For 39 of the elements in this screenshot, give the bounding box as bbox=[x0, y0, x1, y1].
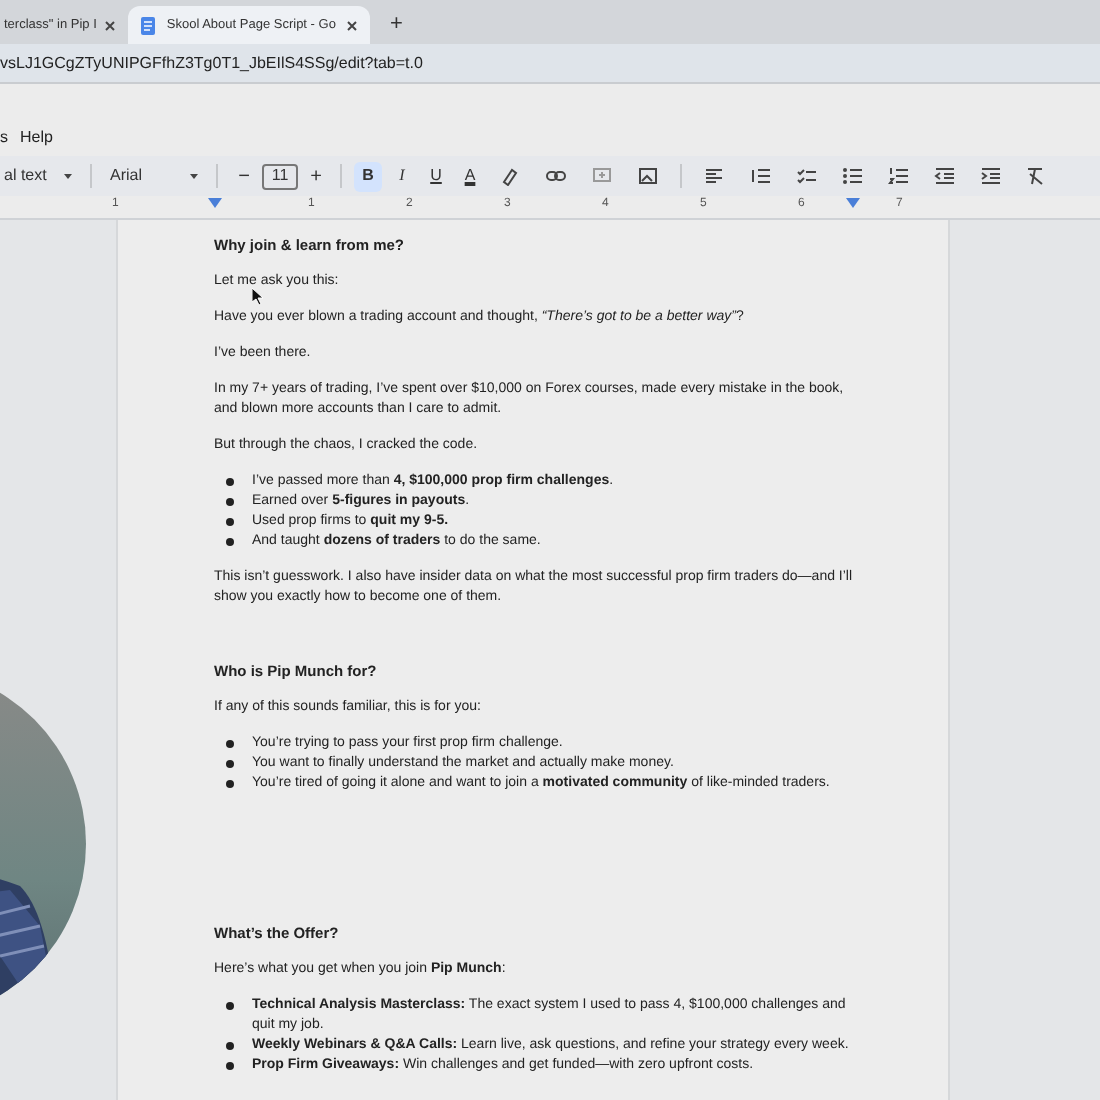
bullet-icon bbox=[226, 780, 234, 788]
bullet-icon bbox=[226, 518, 234, 526]
increase-indent-icon[interactable] bbox=[980, 166, 1000, 186]
menu-item[interactable]: Help bbox=[20, 126, 53, 150]
decrease-indent-icon[interactable] bbox=[934, 166, 954, 186]
document-icon[interactable] bbox=[140, 15, 157, 35]
numbered-list-icon[interactable] bbox=[888, 166, 908, 186]
bullet-icon bbox=[226, 1002, 234, 1010]
bullet-icon bbox=[226, 478, 234, 486]
text-color-button[interactable]: A bbox=[456, 161, 484, 191]
style-dropdown[interactable]: al text bbox=[0, 160, 76, 192]
caret-icon[interactable] bbox=[64, 173, 72, 179]
bold-button[interactable]: B bbox=[354, 161, 382, 191]
checklist-icon[interactable] bbox=[796, 166, 816, 186]
menu-item[interactable]: s bbox=[0, 126, 8, 150]
image-icon[interactable] bbox=[638, 166, 658, 186]
bullet-icon bbox=[226, 538, 234, 546]
font-dropdown[interactable]: Arial bbox=[106, 160, 202, 192]
clear-formatting-icon[interactable] bbox=[1026, 166, 1046, 186]
align-icon[interactable] bbox=[704, 166, 724, 186]
bullet-icon bbox=[226, 760, 234, 768]
font-size-field[interactable]: 11 bbox=[262, 163, 298, 189]
underline-button[interactable]: U bbox=[422, 161, 450, 191]
bullet-icon bbox=[226, 1042, 234, 1050]
cursor-icon bbox=[252, 288, 264, 306]
close-icon[interactable] bbox=[104, 19, 117, 31]
bullet-icon bbox=[226, 1062, 234, 1070]
close-icon[interactable] bbox=[345, 19, 358, 31]
decrease-size-button[interactable]: − bbox=[232, 161, 256, 191]
link-icon[interactable] bbox=[546, 166, 566, 186]
highlighter-icon[interactable] bbox=[500, 166, 520, 186]
caret-icon[interactable] bbox=[190, 173, 198, 179]
bullet-icon bbox=[226, 740, 234, 748]
italic-button[interactable]: I bbox=[388, 161, 416, 191]
increase-size-button[interactable]: + bbox=[304, 161, 328, 191]
line-spacing-icon[interactable] bbox=[750, 166, 770, 186]
new-tab-button[interactable]: + bbox=[377, 6, 415, 44]
bullet-icon bbox=[226, 498, 234, 506]
bullet-list-icon[interactable] bbox=[842, 166, 862, 186]
